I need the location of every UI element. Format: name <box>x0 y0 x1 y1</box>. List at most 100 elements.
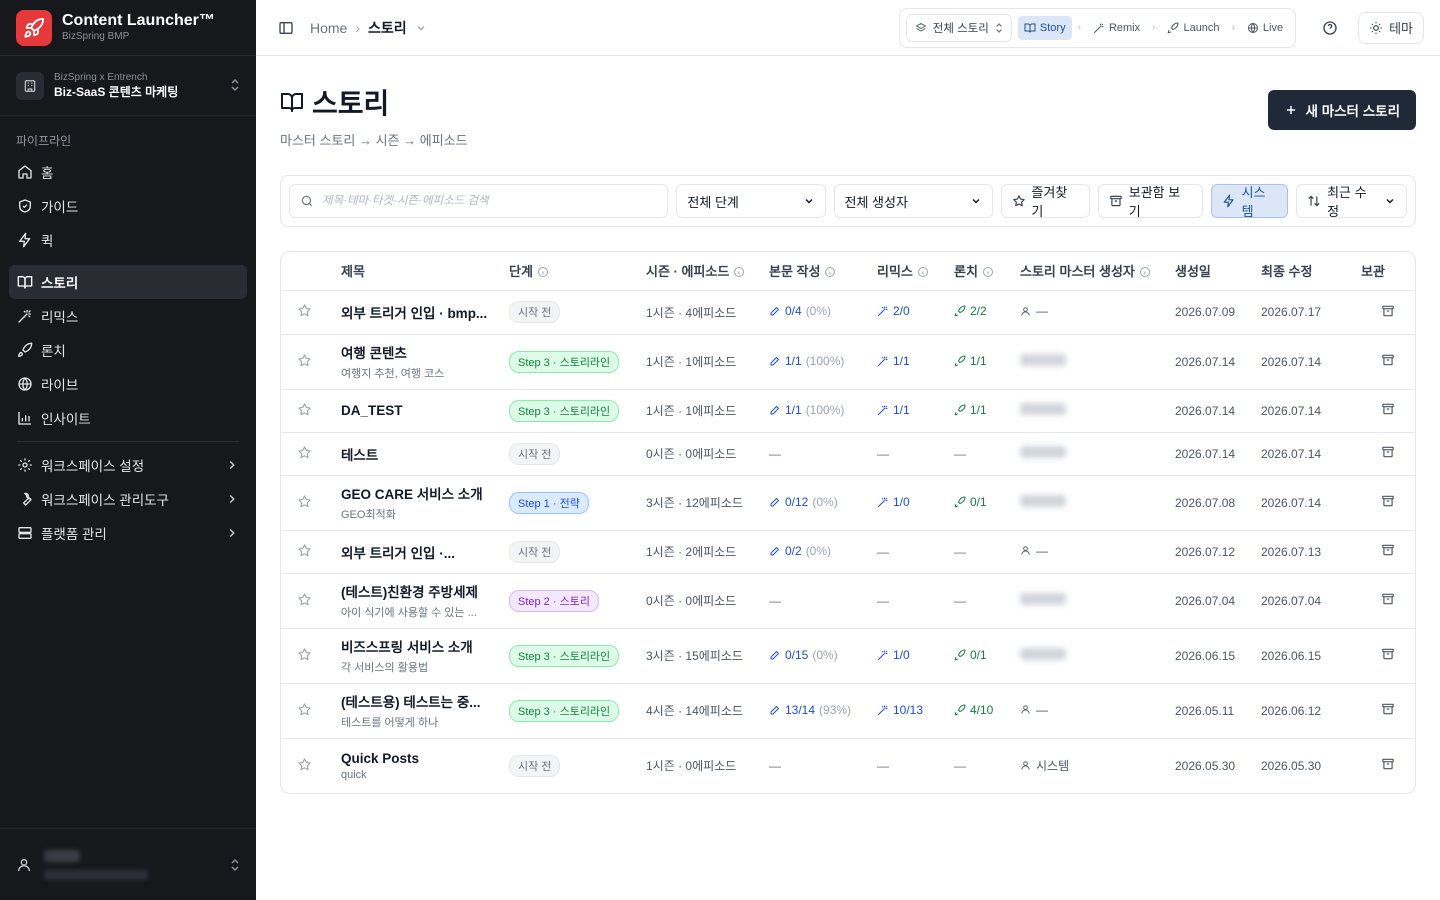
info-icon[interactable] <box>733 266 745 278</box>
title-cell[interactable]: 여행 콘텐츠 여행지 추천, 여행 코스 <box>335 334 503 390</box>
archive-button[interactable] <box>1355 475 1415 531</box>
story-title[interactable]: 외부 트리거 인입 · bmp... <box>341 302 497 322</box>
story-title[interactable]: (테스트)친환경 주방세제 <box>341 581 497 601</box>
sidebar-item-live[interactable]: 라이브 <box>9 367 247 401</box>
pipeline-step-launch[interactable]: Launch <box>1161 16 1225 40</box>
sidebar-item-workspace-settings[interactable]: 워크스페이스 설정 <box>9 448 247 482</box>
header-created[interactable]: 생성일 <box>1169 252 1255 291</box>
title-cell[interactable]: (테스트)친환경 주방세제 아이 식기에 사용할 수 있는 ... <box>335 573 503 629</box>
launch-progress[interactable]: 0/1 <box>954 495 987 509</box>
table-row[interactable]: (테스트)친환경 주방세제 아이 식기에 사용할 수 있는 ... Step 2 … <box>281 573 1415 629</box>
body-progress[interactable]: 0/12 (0%) <box>769 495 838 509</box>
favorite-toggle[interactable] <box>281 683 335 739</box>
story-title[interactable]: 외부 트리거 인입 ·... <box>341 542 497 562</box>
remix-progress[interactable]: 10/13 <box>877 703 923 717</box>
archive-button[interactable] <box>1355 573 1415 629</box>
title-cell[interactable]: 테스트 <box>335 432 503 476</box>
table-row[interactable]: 외부 트리거 인입 · bmp... 시작 전 1시즌 · 4에피소드 0/4(… <box>281 290 1415 335</box>
header-creator[interactable]: 스토리 마스터 생성자 <box>1014 252 1169 291</box>
title-cell[interactable]: (테스트용) 테스트는 중... 테스트를 어떻게 하나 <box>335 683 503 739</box>
favorite-toggle[interactable] <box>281 628 335 684</box>
title-cell[interactable]: 외부 트리거 인입 ·... <box>335 530 503 574</box>
theme-button[interactable]: 테마 <box>1358 11 1424 44</box>
archive-button[interactable] <box>1355 389 1415 433</box>
table-row[interactable]: 여행 콘텐츠 여행지 추천, 여행 코스 Step 3 · 스토리라인 1시즌 ·… <box>281 334 1415 390</box>
body-progress[interactable]: 0/4 (0%) <box>769 304 831 318</box>
header-title[interactable]: 제목 <box>335 252 503 291</box>
sidebar-item-story[interactable]: 스토리 <box>9 265 247 299</box>
story-title[interactable]: (테스트용) 테스트는 중... <box>341 691 497 711</box>
brand[interactable]: Content Launcher™ BizSpring BMP <box>0 0 256 56</box>
search-box[interactable] <box>289 184 669 218</box>
body-progress[interactable]: 0/15 (0%) <box>769 648 838 662</box>
pipeline-step-live[interactable]: Live <box>1241 16 1289 40</box>
archive-button[interactable] <box>1355 334 1415 390</box>
stage-select[interactable]: 전체 단계 <box>676 184 826 218</box>
story-title[interactable]: 여행 콘텐츠 <box>341 342 497 362</box>
sidebar-item-quick[interactable]: 퀵 <box>9 223 247 257</box>
creator-select[interactable]: 전체 생성자 <box>833 184 993 218</box>
sidebar-item-launch[interactable]: 론치 <box>9 333 247 367</box>
sidebar-item-guide[interactable]: 가이드 <box>9 189 247 223</box>
story-title[interactable]: GEO CARE 서비스 소개 <box>341 483 497 503</box>
archive-button[interactable] <box>1355 628 1415 684</box>
story-title[interactable]: Quick Posts <box>341 751 497 766</box>
remix-progress[interactable]: 2/0 <box>877 304 910 318</box>
story-title[interactable]: 비즈스프링 서비스 소개 <box>341 636 497 656</box>
sort-select[interactable]: 최근 수정 <box>1296 184 1407 219</box>
title-cell[interactable]: GEO CARE 서비스 소개 GEO최적화 <box>335 475 503 531</box>
help-button[interactable] <box>1314 12 1346 44</box>
launch-progress[interactable]: 4/10 <box>954 703 993 717</box>
table-row[interactable]: 외부 트리거 인입 ·... 시작 전 1시즌 · 2에피소드 0/2 (0%) … <box>281 530 1415 574</box>
title-cell[interactable]: DA_TEST <box>335 389 503 433</box>
user-menu[interactable] <box>0 828 256 900</box>
favorite-toggle[interactable] <box>281 738 335 793</box>
body-progress[interactable]: 1/1 (100%) <box>769 403 844 417</box>
table-row[interactable]: 비즈스프링 서비스 소개 각 서비스의 활용법 Step 3 · 스토리라인 3시… <box>281 628 1415 684</box>
workspace-switcher[interactable]: BizSpring x Entrench Biz-SaaS 콘텐츠 마케팅 <box>0 56 256 116</box>
pipeline-step-story[interactable]: Story <box>1017 15 1072 40</box>
archive-button[interactable] <box>1355 432 1415 476</box>
remix-progress[interactable]: 1/1 <box>877 403 910 417</box>
header-stage[interactable]: 단계 <box>503 252 640 291</box>
sidebar-toggle-icon[interactable] <box>278 20 294 36</box>
title-cell[interactable]: 외부 트리거 인입 · bmp... <box>335 290 503 335</box>
header-launch[interactable]: 론치 <box>948 252 1014 291</box>
body-progress[interactable]: 0/2 (0%) <box>769 544 831 558</box>
info-icon[interactable] <box>1139 266 1151 278</box>
archive-button[interactable] <box>1355 290 1415 335</box>
launch-progress[interactable]: 1/1 <box>954 354 987 368</box>
info-icon[interactable] <box>537 266 549 278</box>
story-title[interactable]: DA_TEST <box>341 403 497 418</box>
sidebar-item-remix[interactable]: 리믹스 <box>9 299 247 333</box>
header-updated[interactable]: 최종 수정 <box>1255 252 1355 291</box>
remix-progress[interactable]: 1/0 <box>877 495 910 509</box>
pipeline-story-select[interactable]: 전체 스토리 <box>905 13 1012 42</box>
header-season-episode[interactable]: 시즌 · 에피소드 <box>640 252 763 291</box>
launch-progress[interactable]: 1/1 <box>954 403 987 417</box>
archive-button[interactable] <box>1355 683 1415 739</box>
table-row[interactable]: DA_TEST Step 3 · 스토리라인 1시즌 · 1에피소드 1/1 (1… <box>281 389 1415 433</box>
archive-view-button[interactable]: 보관함 보기 <box>1097 184 1203 219</box>
search-input[interactable] <box>322 195 652 207</box>
sidebar-item-workspace-tools[interactable]: 워크스페이스 관리도구 <box>9 482 247 516</box>
chevron-down-icon[interactable] <box>415 22 427 34</box>
archive-button[interactable] <box>1355 530 1415 574</box>
sidebar-item-home[interactable]: 홈 <box>9 155 247 189</box>
favorite-toggle[interactable] <box>281 475 335 531</box>
sidebar-item-insight[interactable]: 인사이트 <box>9 401 247 435</box>
favorite-toggle[interactable] <box>281 290 335 335</box>
story-title[interactable]: 테스트 <box>341 444 497 464</box>
table-row[interactable]: 테스트 시작 전 0시즌 · 0에피소드 — — — 2026.07.14 20… <box>281 432 1415 476</box>
favorite-toggle[interactable] <box>281 334 335 390</box>
breadcrumb-home[interactable]: Home <box>310 20 347 36</box>
table-row[interactable]: (테스트용) 테스트는 중... 테스트를 어떻게 하나 Step 3 · 스토리… <box>281 683 1415 739</box>
title-cell[interactable]: 비즈스프링 서비스 소개 각 서비스의 활용법 <box>335 628 503 684</box>
body-progress[interactable]: 13/14 (93%) <box>769 703 851 717</box>
launch-progress[interactable]: 2/2 <box>954 304 987 318</box>
remix-progress[interactable]: 1/1 <box>877 354 910 368</box>
sidebar-item-platform[interactable]: 플랫폼 관리 <box>9 516 247 550</box>
favorites-button[interactable]: 즐겨찾기 <box>1000 184 1090 219</box>
body-progress[interactable]: 1/1 (100%) <box>769 354 844 368</box>
favorite-toggle[interactable] <box>281 432 335 476</box>
